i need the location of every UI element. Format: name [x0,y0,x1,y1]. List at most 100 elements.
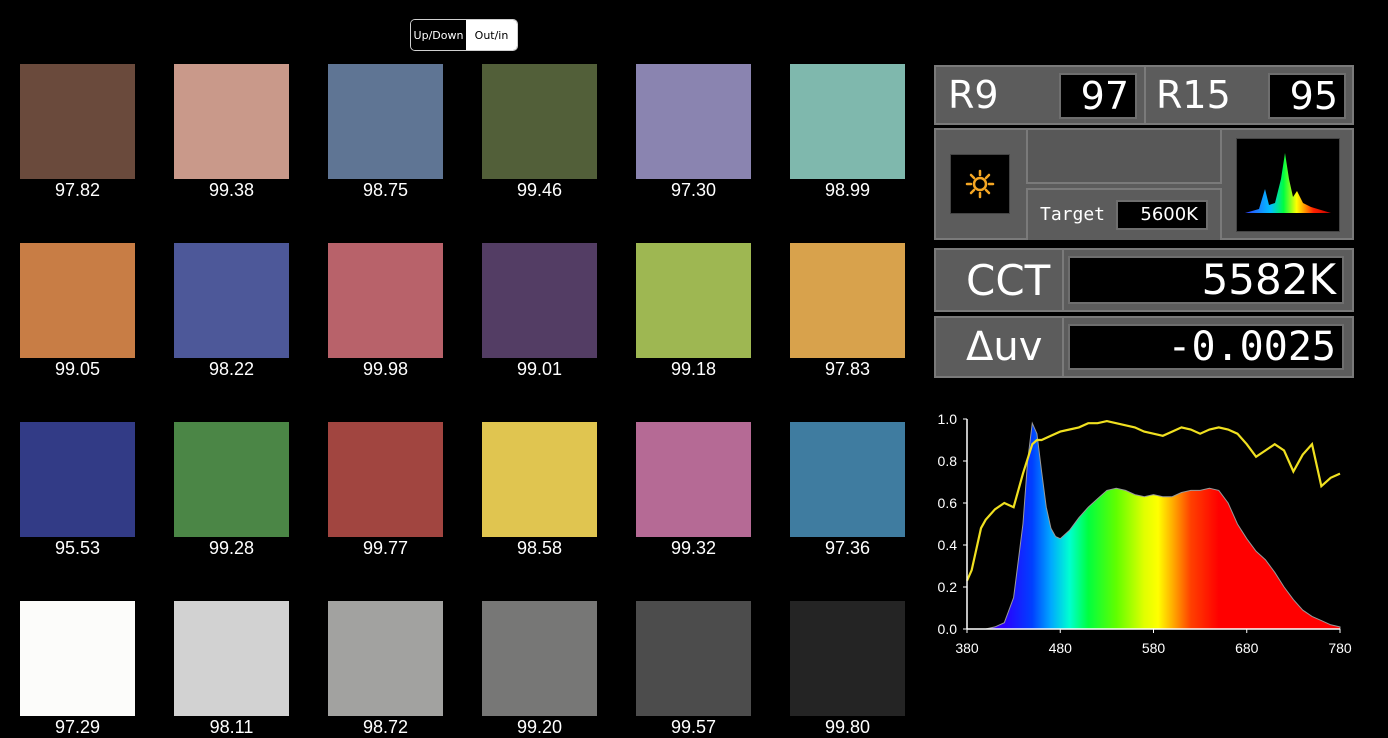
swatch-value: 99.32 [670,538,717,558]
r9-value: 97 [1059,73,1137,119]
sun-icon [965,169,995,199]
swatch-cell[interactable]: 95.53 [20,422,135,559]
y-tick-label: 0.8 [938,453,958,469]
swatch-value: 99.38 [208,180,255,200]
swatch-value: 98.58 [516,538,563,558]
color-swatch[interactable] [174,64,289,179]
swatch-value: 99.28 [208,538,255,558]
swatch-cell[interactable]: 97.30 [636,64,751,201]
duv-value: -0.0025 [1068,324,1344,370]
color-swatch[interactable] [790,64,905,179]
swatch-cell[interactable]: 99.20 [482,601,597,738]
swatch-cell[interactable]: 99.77 [328,422,443,559]
swatch-value: 99.01 [516,359,563,379]
swatch-value: 97.29 [54,717,101,737]
swatch-cell[interactable]: 99.28 [174,422,289,559]
color-swatch[interactable] [328,422,443,537]
color-swatch[interactable] [174,601,289,716]
color-swatch[interactable] [328,243,443,358]
swatch-cell[interactable]: 99.05 [20,243,135,380]
color-swatch[interactable] [482,64,597,179]
swatch-value: 95.53 [54,538,101,558]
swatch-cell[interactable]: 98.72 [328,601,443,738]
color-swatch[interactable] [636,64,751,179]
swatch-value: 98.11 [209,717,254,737]
color-swatch[interactable] [174,243,289,358]
swatch-cell[interactable]: 98.99 [790,64,905,201]
color-swatch[interactable] [790,243,905,358]
color-swatch[interactable] [174,422,289,537]
x-tick-label: 780 [1328,640,1352,656]
spectrum-thumbnail-icon [1245,153,1331,213]
swatch-value: 97.36 [824,538,871,558]
swatch-cell[interactable]: 99.57 [636,601,751,738]
swatch-value: 98.99 [824,180,871,200]
color-swatch[interactable] [482,243,597,358]
y-tick-label: 0.4 [938,537,958,553]
cct-panel: CCT 5582K [934,248,1354,312]
swatch-cell[interactable]: 99.38 [174,64,289,201]
swatch-cell[interactable]: 98.11 [174,601,289,738]
swatch-cell[interactable]: 99.46 [482,64,597,201]
target-label: Target [1040,204,1106,225]
duv-panel: Δuv -0.0025 [934,316,1354,378]
color-swatch[interactable] [636,422,751,537]
y-tick-label: 0.6 [938,495,958,511]
swatch-value: 99.18 [670,359,717,379]
swatch-cell[interactable]: 99.80 [790,601,905,738]
color-swatch[interactable] [20,601,135,716]
swatch-cell[interactable]: 99.18 [636,243,751,380]
color-swatch[interactable] [328,64,443,179]
y-tick-label: 1.0 [938,411,958,427]
color-swatch[interactable] [328,601,443,716]
toggle-out-in[interactable]: Out/in [466,20,517,50]
swatch-cell[interactable]: 98.22 [174,243,289,380]
color-swatch[interactable] [482,601,597,716]
color-swatch[interactable] [482,422,597,537]
duv-label: Δuv [966,324,1043,370]
swatch-value: 98.22 [208,359,255,379]
swatch-cell[interactable]: 97.82 [20,64,135,201]
swatch-value: 98.72 [362,717,409,737]
x-tick-label: 680 [1235,640,1259,656]
spectrum-chart: 0.0 0.2 0.4 0.6 0.8 1.0 380 480 580 680 780 [938,411,1352,656]
swatch-value: 99.77 [362,538,409,558]
color-swatch[interactable] [20,243,135,358]
sun-icon-box[interactable] [950,154,1010,214]
color-swatch[interactable] [636,601,751,716]
swatch-cell[interactable]: 98.75 [328,64,443,201]
swatch-cell[interactable]: 99.01 [482,243,597,380]
r-values-panel: R9 97 R15 95 [934,65,1354,125]
swatch-cell[interactable]: 97.36 [790,422,905,559]
swatch-value: 97.83 [824,359,871,379]
toggle-up-down[interactable]: Up/Down [411,20,466,50]
swatch-cell[interactable]: 97.83 [790,243,905,380]
view-toggle[interactable]: Up/Down Out/in [410,19,518,51]
color-swatch[interactable] [790,601,905,716]
target-value[interactable]: 5600K [1116,200,1208,230]
spectrum-thumbnail[interactable] [1236,138,1340,232]
swatch-value: 99.57 [670,717,717,737]
color-swatch[interactable] [20,64,135,179]
y-tick-label: 0.2 [938,579,958,595]
color-swatch[interactable] [20,422,135,537]
cct-label: CCT [966,256,1051,305]
swatch-value: 99.20 [516,717,563,737]
color-swatch[interactable] [790,422,905,537]
r15-value: 95 [1268,73,1346,119]
swatch-cell[interactable]: 99.98 [328,243,443,380]
swatch-cell[interactable]: 98.58 [482,422,597,559]
swatch-cell[interactable]: 99.32 [636,422,751,559]
swatch-cell[interactable]: 97.29 [20,601,135,738]
x-tick-label: 380 [955,640,979,656]
color-swatch[interactable] [636,243,751,358]
swatch-value: 98.75 [362,180,409,200]
color-swatch-grid: 97.82 99.38 98.75 99.46 97.30 98.99 99.05 98.22… [20,64,905,738]
target-panel: Target 5600K [934,128,1354,240]
swatch-value: 99.46 [516,180,563,200]
swatch-value: 99.80 [824,717,871,737]
target-upper-cell [1026,130,1222,184]
x-tick-label: 480 [1049,640,1073,656]
swatch-value: 99.98 [362,359,409,379]
y-tick-label: 0.0 [938,621,958,637]
